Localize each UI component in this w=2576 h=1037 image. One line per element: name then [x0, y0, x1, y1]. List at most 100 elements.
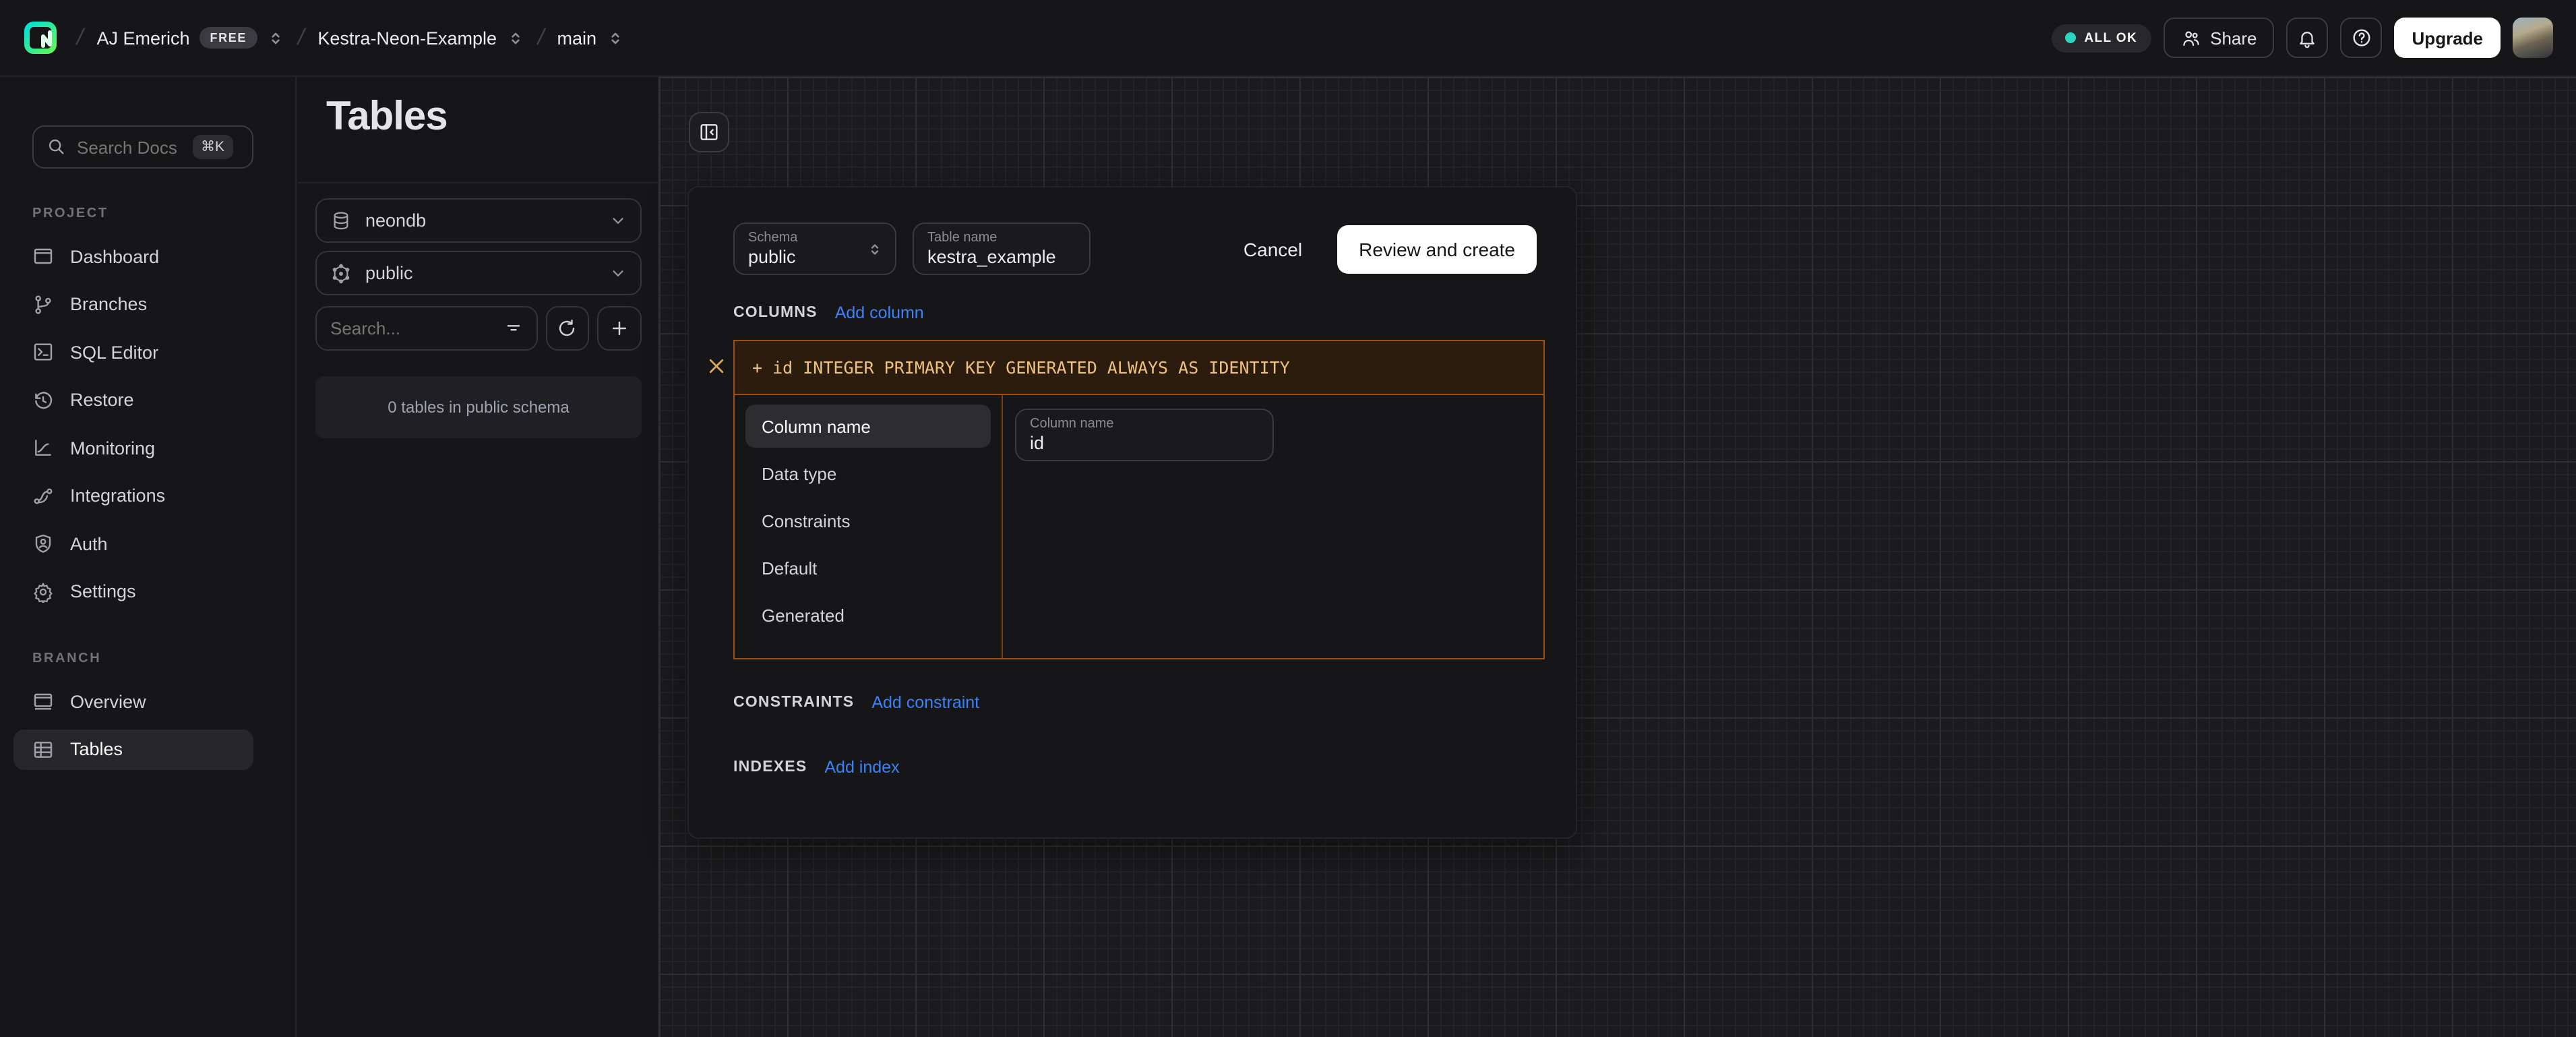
modal-actions: Cancel Review and create: [1244, 223, 1537, 275]
chevron-down-icon: [609, 212, 627, 229]
indexes-label: INDEXES: [733, 759, 807, 775]
search-icon: [47, 138, 66, 156]
add-column-link[interactable]: Add column: [835, 303, 924, 322]
integrations-icon: [32, 485, 54, 506]
notifications-button[interactable]: [2287, 18, 2329, 58]
upgrade-button[interactable]: Upgrade: [2395, 18, 2501, 58]
chevron-updown-icon[interactable]: [267, 29, 284, 47]
table-name-field[interactable]: Table name: [913, 223, 1091, 275]
user-avatar[interactable]: [2513, 18, 2553, 58]
schema-field[interactable]: Schema public: [733, 223, 896, 275]
tab-data-type[interactable]: Data type: [745, 452, 991, 495]
sidebar: ⌘K PROJECT Dashboard Branches SQL Editor…: [0, 77, 297, 1037]
panel-collapse-icon: [698, 121, 720, 143]
schema-canvas: Schema public Table name Cancel Review a…: [659, 77, 2576, 1037]
plus-icon: [609, 318, 630, 338]
branch-name: main: [557, 28, 597, 48]
share-button[interactable]: Share: [2163, 18, 2274, 58]
sidebar-item-label: Restore: [70, 390, 134, 410]
browser-icon: [32, 690, 54, 712]
refresh-icon: [557, 318, 578, 338]
sidebar-item-label: Overview: [70, 691, 146, 711]
breadcrumb-separator: /: [534, 24, 547, 51]
sidebar-item-branches[interactable]: Branches: [13, 284, 253, 324]
shield-user-icon: [32, 533, 54, 554]
column-name-field[interactable]: Column name: [1015, 409, 1274, 461]
neon-logo[interactable]: [23, 20, 58, 55]
tables-search[interactable]: [315, 306, 537, 351]
sidebar-item-dashboard[interactable]: Dashboard: [13, 236, 253, 276]
column-editor-tabs: Column name Data type Constraints Defaul…: [735, 395, 1003, 658]
column-name-input[interactable]: [1030, 433, 1259, 453]
search-shortcut-badge: ⌘K: [193, 135, 233, 159]
chevron-updown-icon[interactable]: [506, 29, 524, 47]
sidebar-item-integrations[interactable]: Integrations: [13, 475, 253, 516]
database-select[interactable]: neondb: [315, 198, 642, 243]
page-title: Tables: [326, 94, 448, 140]
panel-divider: [298, 182, 659, 183]
tab-column-name[interactable]: Column name: [745, 405, 991, 448]
sidebar-item-label: Tables: [70, 739, 123, 759]
sidebar-item-monitoring[interactable]: Monitoring: [13, 427, 253, 468]
review-and-create-button[interactable]: Review and create: [1337, 225, 1537, 273]
sidebar-item-restore[interactable]: Restore: [13, 380, 253, 420]
docs-search-input[interactable]: [77, 137, 182, 157]
schema-value: public: [365, 263, 413, 283]
app-root: / AJ Emerich FREE / Kestra-Neon-Example …: [0, 0, 2576, 1037]
table-icon: [32, 738, 54, 760]
status-badge[interactable]: ALL OK: [2052, 24, 2151, 52]
sidebar-item-label: Settings: [70, 581, 136, 601]
tab-generated[interactable]: Generated: [745, 593, 991, 636]
add-index-link[interactable]: Add index: [824, 758, 899, 777]
collapse-panel-button[interactable]: [689, 112, 729, 152]
tab-default[interactable]: Default: [745, 546, 991, 589]
tab-constraints[interactable]: Constraints: [745, 499, 991, 542]
org-name: AJ Emerich: [96, 28, 189, 48]
column-name-label: Column name: [1030, 417, 1259, 432]
cancel-button[interactable]: Cancel: [1244, 238, 1302, 260]
share-icon: [2180, 28, 2201, 48]
chevron-down-icon: [609, 264, 627, 282]
create-table-form: Schema public Table name Cancel Review a…: [687, 186, 1577, 839]
help-icon: [2351, 27, 2372, 49]
sidebar-section-project: PROJECT: [32, 206, 109, 221]
chevron-updown-icon[interactable]: [606, 29, 623, 47]
table-name-input[interactable]: [927, 247, 1076, 267]
filter-icon[interactable]: [503, 319, 522, 338]
chart-icon: [32, 437, 54, 458]
sidebar-item-label: Monitoring: [70, 438, 155, 458]
sidebar-item-tables[interactable]: Tables: [13, 729, 253, 769]
tables-search-input[interactable]: [330, 318, 479, 338]
breadcrumb-project[interactable]: Kestra-Neon-Example: [317, 28, 524, 48]
chevron-updown-icon: [867, 240, 883, 264]
sidebar-item-auth[interactable]: Auth: [13, 523, 253, 564]
sidebar-item-sql-editor[interactable]: SQL Editor: [13, 332, 253, 372]
column-editor: + id INTEGER PRIMARY KEY GENERATED ALWAY…: [733, 340, 1545, 659]
schema-select[interactable]: public: [315, 251, 642, 295]
schema-icon: [330, 262, 352, 284]
breadcrumb-branch[interactable]: main: [557, 28, 624, 48]
sidebar-item-label: Branches: [70, 294, 147, 314]
columns-section-header: COLUMNS Add column: [733, 303, 924, 322]
columns-label: COLUMNS: [733, 305, 818, 321]
refresh-button[interactable]: [545, 306, 589, 351]
schema-field-value: public: [748, 247, 882, 267]
add-table-button[interactable]: [598, 306, 642, 351]
add-constraint-link[interactable]: Add constraint: [871, 693, 979, 712]
remove-column-button[interactable]: [704, 353, 728, 378]
dashboard-icon: [32, 245, 54, 267]
breadcrumb-org[interactable]: AJ Emerich FREE: [96, 27, 284, 49]
sidebar-item-overview[interactable]: Overview: [13, 681, 253, 721]
table-name-label: Table name: [927, 231, 1076, 245]
tables-toolbar: [315, 306, 642, 351]
indexes-section-header: INDEXES Add index: [733, 758, 900, 777]
breadcrumb-separator: /: [295, 24, 307, 51]
docs-search[interactable]: ⌘K: [32, 125, 253, 169]
sidebar-item-settings[interactable]: Settings: [13, 571, 253, 612]
sidebar-section-branch: BRANCH: [32, 651, 101, 666]
help-button[interactable]: [2341, 18, 2383, 58]
sidebar-item-label: Integrations: [70, 485, 165, 506]
terminal-icon: [32, 341, 54, 363]
tables-panel: Tables neondb public: [298, 77, 659, 1037]
project-name: Kestra-Neon-Example: [317, 28, 497, 48]
